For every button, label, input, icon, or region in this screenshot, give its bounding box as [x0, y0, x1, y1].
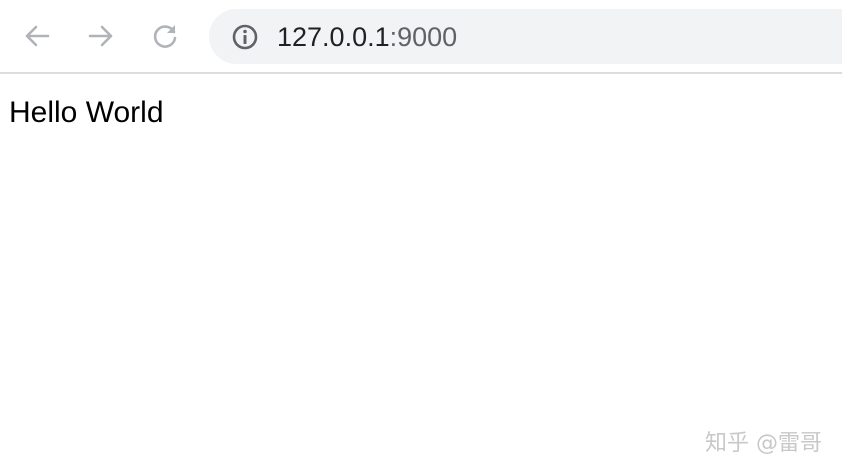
info-circle-icon[interactable] [231, 23, 259, 51]
url-host: 127.0.0.1 [277, 22, 390, 52]
address-bar[interactable]: 127.0.0.1:9000 [209, 9, 842, 64]
watermark: 知乎 @雷哥 [705, 431, 822, 456]
arrow-right-icon [88, 25, 113, 47]
back-button[interactable] [17, 16, 57, 56]
reload-button[interactable] [145, 16, 185, 56]
page-body-text: Hello World [9, 96, 164, 129]
forward-button[interactable] [81, 16, 121, 56]
url-port: :9000 [389, 22, 458, 52]
url-text[interactable]: 127.0.0.1:9000 [277, 21, 457, 53]
browser-window: 127.0.0.1:9000 Hello World 知乎 @雷哥 [0, 0, 842, 474]
reload-icon [153, 25, 177, 48]
arrow-left-icon [25, 25, 50, 47]
browser-toolbar: 127.0.0.1:9000 [0, 0, 842, 74]
page-content: Hello World [0, 74, 842, 474]
